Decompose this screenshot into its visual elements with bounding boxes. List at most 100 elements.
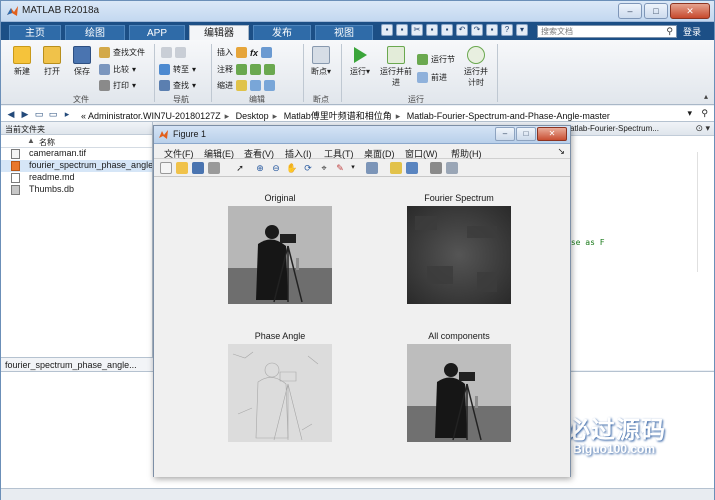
goto-dropdown-icon[interactable]: ▾ [192,65,196,74]
compare-button[interactable]: 比较 ▾ [99,64,136,75]
file-details-bar[interactable]: fourier_spectrum_phase_angle... [1,357,153,371]
run-and-time-button[interactable]: 运行并计时 [461,46,491,88]
print-dropdown-icon[interactable]: ▾ [132,81,136,90]
insert-more-icon[interactable] [261,47,273,58]
file-item-selected[interactable]: fourier_spectrum_phase_angle.m [1,160,152,172]
goto-button[interactable]: 转至 ▾ [159,64,196,75]
show-plot-tools-icon[interactable] [446,162,458,174]
original-image[interactable] [228,206,332,304]
quick-paste-icon[interactable]: ▪ [441,24,453,36]
run-and-advance-button[interactable]: 运行并前进 [379,46,413,88]
compare-dropdown-icon[interactable]: ▾ [132,65,136,74]
brush-dropdown-icon[interactable]: ▾ [347,162,359,174]
link-plot-icon[interactable] [366,162,378,174]
fx-icon[interactable]: fx [250,48,258,58]
new-figure-icon[interactable] [160,162,172,174]
print-button[interactable]: 打印 ▾ [99,80,136,91]
login-link[interactable]: 登录 [683,25,701,38]
quick-save-icon[interactable]: ▪ [396,24,408,36]
open-button[interactable]: 打开 [37,46,67,77]
tab-apps[interactable]: APP [129,25,185,40]
find-dropdown-icon[interactable]: ▾ [192,81,196,90]
tab-publish[interactable]: 发布 [253,25,311,40]
pointer-icon[interactable]: ➚ [234,162,246,174]
indent-button[interactable]: 缩进 [217,80,275,91]
breadcrumb-item[interactable]: Desktop [236,111,269,121]
maximize-button[interactable]: □ [644,3,668,19]
run-button[interactable]: 运行▾ [345,46,375,77]
figure-canvas[interactable]: Original Fourier Spectrum Phase Angle Al… [154,178,570,477]
quick-new-icon[interactable]: ▪ [381,24,393,36]
rotate-icon[interactable]: ⟳ [302,162,314,174]
address-dropdown-icon[interactable]: ▾ [687,108,692,119]
wrap-comment-icon[interactable] [264,64,275,75]
name-column-header[interactable]: ▲ 名称 [1,135,152,148]
menu-overflow-icon[interactable]: ↘ [557,146,565,157]
file-item[interactable]: readme.md [1,172,152,184]
save-figure-icon[interactable] [192,162,204,174]
figure-title-bar[interactable]: Figure 1 – □ ✕ [154,126,570,144]
pan-icon[interactable]: ✋ [286,162,298,174]
colorbar-icon[interactable] [390,162,402,174]
breakpoints-dropdown-icon[interactable]: ▾ [327,67,331,76]
find-button[interactable]: 查找 ▾ [159,80,196,91]
search-input[interactable]: 搜索文档 ⚲ [537,25,677,38]
decrease-indent-icon[interactable] [264,80,275,91]
file-item[interactable]: cameraman.tif [1,148,152,160]
editor-tab[interactable]: atlab-Fourier-Spectrum... ⊙ ▾ [566,122,714,136]
breadcrumb-item[interactable]: Matlab-Fourier-Spectrum-and-Phase-Angle-… [407,111,610,121]
uncomment-icon[interactable] [250,64,261,75]
data-cursor-icon[interactable]: ⌖ [318,162,330,174]
print-figure-icon[interactable] [208,162,220,174]
breadcrumb-item[interactable]: Matlab傅里叶频谱和相位角 [284,111,392,121]
open-file-icon[interactable] [176,162,188,174]
save-button[interactable]: 保存 [67,46,97,77]
quick-dropdown-icon[interactable]: ▾ [516,24,528,36]
zoom-in-icon[interactable]: ⊕ [254,162,266,174]
browse-folder-icon[interactable]: ▭ [47,108,59,120]
quick-cut-icon[interactable]: ✂ [411,24,423,36]
breakpoints-button[interactable]: 断点▾ [306,46,336,77]
all-components-image[interactable] [407,344,511,442]
run-section-button[interactable]: 运行节 [417,54,455,65]
run-dropdown-icon[interactable]: ▾ [366,67,370,76]
hide-plot-tools-icon[interactable] [430,162,442,174]
up-folder-icon[interactable]: ▭ [33,108,45,120]
brush-icon[interactable]: ✎ [334,162,346,174]
quick-switch-icon[interactable]: ▪ [486,24,498,36]
editor-panel-controls-icon[interactable]: ⊙ ▾ [695,123,710,134]
find-files-button[interactable]: 查找文件 [99,47,145,58]
close-button[interactable]: ✕ [670,3,710,19]
tab-editor[interactable]: 编辑器 [189,25,249,40]
breadcrumb-item[interactable]: Administrator.WIN7U-20180127Z [88,111,221,121]
breadcrumb[interactable]: « Administrator.WIN7U-20180127Z ▸ Desktop… [81,109,610,122]
phase-angle-image[interactable] [228,344,332,442]
figure-close-button[interactable]: ✕ [537,127,567,141]
folder-history-icon[interactable]: ▸ [61,108,73,120]
tab-plots[interactable]: 绘图 [65,25,125,40]
back-forward-buttons[interactable] [161,47,186,58]
code-text[interactable]: ase as F [566,238,605,247]
forward-icon[interactable]: ▶ [19,108,31,120]
quick-help-icon[interactable]: ? [501,24,513,36]
legend-icon[interactable] [406,162,418,174]
collapse-ribbon-icon[interactable]: ▴ [704,92,708,101]
zoom-out-icon[interactable]: ⊖ [270,162,282,174]
quick-copy-icon[interactable]: ▪ [426,24,438,36]
address-search-icon[interactable]: ⚲ [701,108,708,119]
insert-button[interactable]: 插入 fx [217,47,273,58]
increase-indent-icon[interactable] [250,80,261,91]
tab-home[interactable]: 主页 [9,25,61,40]
advance-button[interactable]: 前进 [417,72,447,83]
quick-undo-icon[interactable]: ↶ [456,24,468,36]
column-sort-icon[interactable]: ▲ [27,136,35,145]
minimize-button[interactable]: – [618,3,642,19]
quick-redo-icon[interactable]: ↷ [471,24,483,36]
fourier-spectrum-image[interactable] [407,206,511,304]
file-item[interactable]: Thumbs.db [1,184,152,196]
back-icon[interactable]: ◀ [5,108,17,120]
comment-button[interactable]: 注释 [217,64,275,75]
new-button[interactable]: 新建 [7,46,37,77]
figure-maximize-button[interactable]: □ [516,127,536,141]
search-icon[interactable]: ⚲ [666,26,673,37]
